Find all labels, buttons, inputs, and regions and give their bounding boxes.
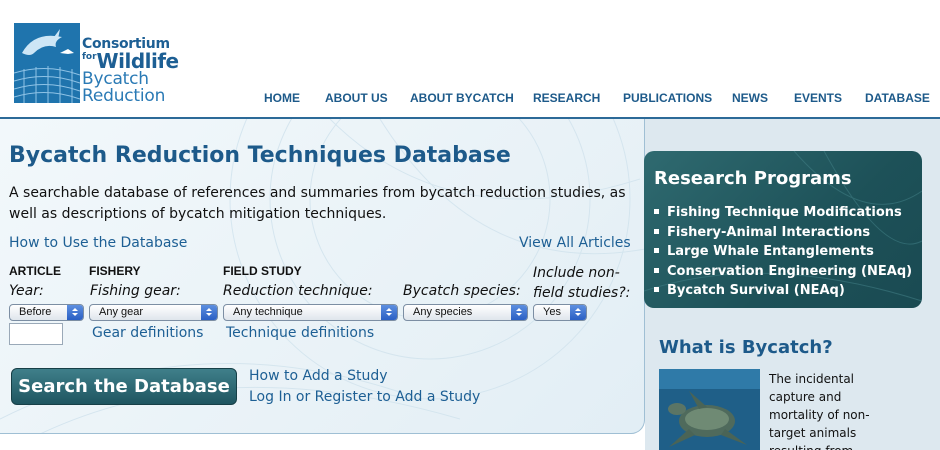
year-select-value: Before — [19, 306, 52, 318]
main-nav: HOME ABOUT US ABOUT BYCATCH RESEARCH PUB… — [0, 91, 940, 107]
research-item[interactable]: Fishing Technique Modifications — [654, 203, 912, 223]
year-label: Year: — [9, 283, 44, 299]
how-to-use-link[interactable]: How to Use the Database — [9, 235, 187, 251]
select-arrows-icon — [511, 305, 527, 320]
fishing-gear-select-value: Any gear — [99, 306, 144, 318]
what-is-bycatch-title: What is Bycatch? — [659, 337, 833, 358]
square-bullet-icon — [654, 209, 659, 214]
square-bullet-icon — [654, 248, 659, 253]
research-item[interactable]: Bycatch Survival (NEAq) — [654, 281, 912, 301]
square-bullet-icon — [654, 228, 659, 234]
search-database-button[interactable]: Search the Database — [11, 368, 237, 405]
nav-research[interactable]: RESEARCH — [533, 91, 600, 105]
nav-home[interactable]: HOME — [264, 91, 300, 105]
nav-database[interactable]: DATABASE — [865, 91, 930, 105]
bycatch-species-select-value: Any species — [413, 306, 473, 318]
nav-about-us[interactable]: ABOUT US — [325, 91, 388, 105]
research-programs-list: Fishing Technique Modifications Fishery-… — [654, 203, 912, 301]
reduction-technique-label: Reduction technique: — [223, 283, 373, 299]
nav-events[interactable]: EVENTS — [794, 91, 842, 105]
intro-text: A searchable database of references and … — [9, 185, 626, 222]
research-programs-box: Research Programs Fishing Technique Modi… — [644, 151, 922, 308]
gear-definitions-link[interactable]: Gear definitions — [92, 325, 203, 341]
year-select[interactable]: Before — [9, 304, 84, 321]
include-nonfield-select-value: Yes — [543, 306, 561, 318]
login-register-link[interactable]: Log In or Register to Add a Study — [249, 389, 480, 405]
nav-news[interactable]: NEWS — [732, 91, 768, 105]
nav-publications[interactable]: PUBLICATIONS — [623, 91, 712, 105]
how-to-add-study-link[interactable]: How to Add a Study — [249, 368, 388, 384]
fishing-gear-select[interactable]: Any gear — [89, 304, 218, 321]
select-arrows-icon — [570, 305, 586, 320]
article-heading: ARTICLE — [9, 264, 61, 278]
include-nonfield-select[interactable]: Yes — [533, 304, 587, 321]
database-panel: Bycatch Reduction Techniques Database A … — [0, 119, 645, 434]
include-nonfield-label-2: field studies?: — [533, 285, 631, 301]
research-item[interactable]: Conservation Engineering (NEAq) — [654, 262, 912, 282]
fishery-heading: FISHERY — [89, 264, 141, 278]
nav-about-bycatch[interactable]: ABOUT BYCATCH — [410, 91, 514, 105]
sea-turtle-image — [659, 369, 760, 450]
technique-definitions-link[interactable]: Technique definitions — [226, 325, 374, 341]
bycatch-species-label: Bycatch species: — [403, 283, 521, 299]
research-item[interactable]: Large Whale Entanglements — [654, 242, 912, 262]
fishing-gear-label: Fishing gear: — [90, 283, 181, 299]
research-item[interactable]: Fishery-Animal Interactions — [654, 223, 912, 243]
include-nonfield-label-1: Include non- — [533, 265, 620, 281]
select-arrows-icon — [67, 305, 83, 320]
bycatch-species-select[interactable]: Any species — [403, 304, 528, 321]
square-bullet-icon — [654, 267, 659, 273]
year-input[interactable] — [9, 323, 63, 345]
reduction-technique-select-value: Any technique — [233, 306, 303, 318]
reduction-technique-select[interactable]: Any technique — [223, 304, 398, 321]
research-programs-title: Research Programs — [654, 168, 852, 189]
select-arrows-icon — [381, 305, 397, 320]
page-title: Bycatch Reduction Techniques Database — [9, 143, 511, 168]
square-bullet-icon — [654, 287, 659, 292]
select-arrows-icon — [201, 305, 217, 320]
field-study-heading: FIELD STUDY — [223, 264, 302, 278]
what-is-bycatch-text: The incidental capture and mortality of … — [769, 372, 870, 450]
view-all-articles-link[interactable]: View All Articles — [519, 235, 631, 251]
logo-line-2-small: for — [82, 52, 97, 62]
